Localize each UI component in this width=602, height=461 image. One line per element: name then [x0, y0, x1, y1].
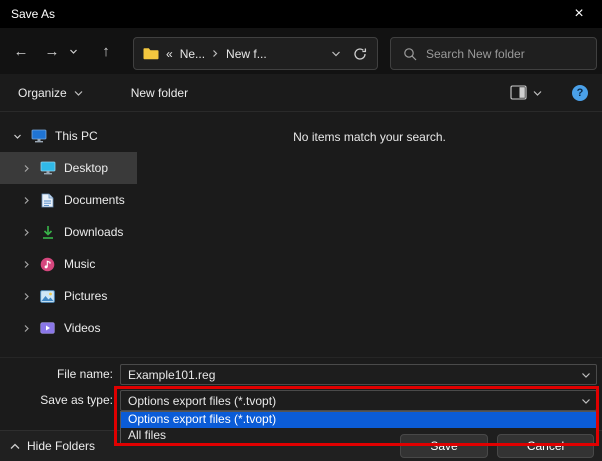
help-icon[interactable]: ? [572, 84, 588, 101]
sidebar-item-label: Desktop [64, 161, 109, 175]
sidebar-item-label: Pictures [64, 289, 108, 303]
music-icon [39, 257, 56, 272]
new-folder-label: New folder [130, 85, 189, 100]
history-chevron-icon[interactable] [65, 38, 81, 64]
save-as-type-value: Options export files (*.tvopt) [128, 393, 277, 408]
sidebar-item-label: This PC [55, 129, 98, 143]
up-icon[interactable]: ↑ [93, 38, 119, 64]
sidebar-item-videos[interactable]: Videos [0, 312, 137, 344]
chevron-right-icon[interactable] [21, 196, 32, 205]
chevron-right-icon[interactable] [21, 228, 32, 237]
view-mode-button[interactable] [502, 80, 550, 105]
file-name-input[interactable] [121, 367, 576, 382]
sidebar-item-label: Videos [64, 321, 101, 335]
command-bar: Organize New folder ? [0, 74, 602, 112]
chevron-right-icon[interactable] [21, 164, 32, 173]
breadcrumb-separator-icon [211, 49, 219, 58]
chevron-expanded-icon[interactable] [12, 132, 23, 141]
breadcrumb-item[interactable]: Ne... [180, 47, 205, 61]
file-name-label: File name: [56, 367, 113, 381]
bottom-panel-divider [0, 357, 602, 358]
chevron-right-icon[interactable] [21, 292, 32, 301]
folder-icon [143, 47, 159, 60]
sidebar-item-documents[interactable]: Documents [0, 184, 137, 216]
dropdown-option-tvopt[interactable]: Options export files (*.tvopt) [121, 412, 596, 428]
new-folder-button[interactable]: New folder [121, 80, 198, 106]
documents-icon [39, 193, 56, 208]
address-bar[interactable]: « Ne... New f... [133, 37, 378, 70]
save-button[interactable]: Save [400, 434, 488, 458]
window-title: Save As [11, 7, 56, 21]
sidebar-item-label: Music [64, 257, 96, 271]
organize-label: Organize [18, 85, 67, 100]
empty-results-message: No items match your search. [293, 130, 446, 144]
chevron-right-icon[interactable] [21, 324, 32, 333]
hide-folders-label: Hide Folders [27, 439, 96, 453]
file-list-area: No items match your search. [137, 113, 602, 358]
organize-button[interactable]: Organize [8, 80, 93, 106]
chevron-down-icon[interactable] [576, 371, 596, 379]
chevron-down-icon[interactable] [533, 89, 542, 97]
title-bar: Save As × [0, 0, 602, 28]
videos-icon [39, 322, 56, 334]
close-icon[interactable]: × [556, 0, 602, 28]
sidebar-item-label: Documents [64, 193, 125, 207]
save-as-dialog: Save As × ← → ↑ « Ne... New f... Search … [0, 0, 602, 461]
sidebar-item-downloads[interactable]: Downloads [0, 216, 137, 248]
cancel-button[interactable]: Cancel [497, 434, 594, 458]
sidebar-item-this-pc[interactable]: This PC [0, 120, 137, 152]
downloads-icon [39, 225, 56, 240]
save-as-type-label: Save as type: [40, 393, 113, 407]
hide-folders-button[interactable]: Hide Folders [10, 439, 95, 453]
save-as-type-combobox[interactable]: Options export files (*.tvopt) [120, 390, 597, 411]
this-pc-icon [30, 129, 47, 143]
sidebar-item-music[interactable]: Music [0, 248, 137, 280]
back-icon[interactable]: ← [8, 38, 34, 64]
file-name-combobox[interactable] [120, 364, 597, 385]
forward-icon[interactable]: → [39, 38, 65, 64]
sidebar-item-desktop[interactable]: Desktop [0, 152, 137, 184]
sidebar-item-label: Downloads [64, 225, 124, 239]
chevron-down-icon[interactable] [576, 397, 596, 405]
view-pane-icon [510, 85, 527, 100]
breadcrumb-item[interactable]: New f... [226, 47, 267, 61]
search-icon [403, 47, 417, 61]
search-input[interactable] [417, 46, 596, 61]
address-dropdown-chevron-icon[interactable] [326, 49, 346, 58]
navigation-tree: This PC Desktop Documents Downloads Musi… [0, 113, 137, 358]
breadcrumb-overflow[interactable]: « [166, 47, 173, 61]
desktop-icon [39, 161, 56, 175]
chevron-right-icon[interactable] [21, 260, 32, 269]
refresh-icon[interactable] [346, 47, 374, 61]
chevron-up-icon [10, 443, 20, 449]
sidebar-item-pictures[interactable]: Pictures [0, 280, 137, 312]
search-box[interactable] [390, 37, 597, 70]
chevron-down-icon [74, 90, 83, 96]
command-bar-right: ? [502, 80, 602, 105]
pictures-icon [39, 289, 56, 303]
content-area: This PC Desktop Documents Downloads Musi… [0, 113, 602, 358]
